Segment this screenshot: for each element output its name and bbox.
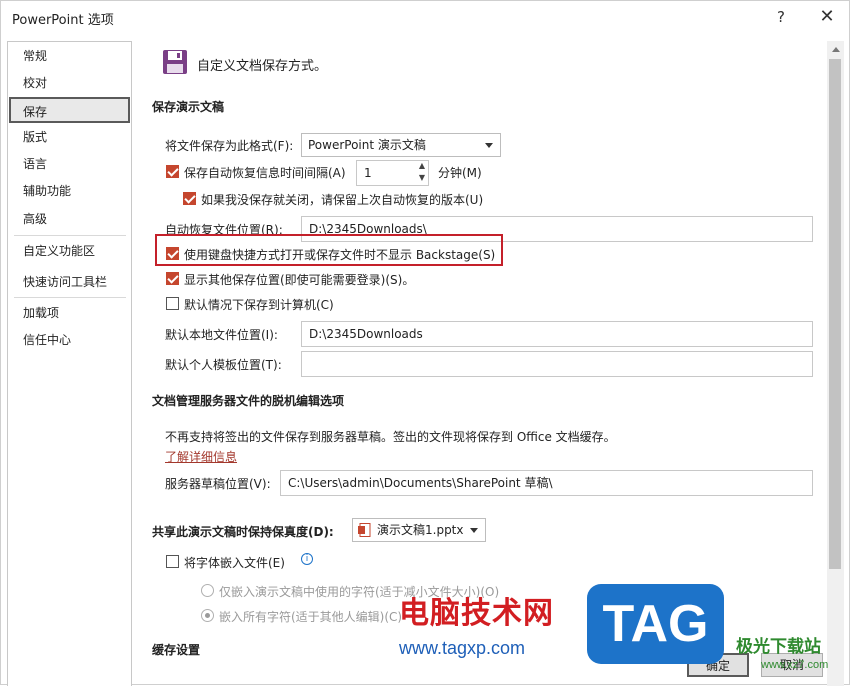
chevron-down-icon xyxy=(470,528,478,533)
sidebar-item-proofing[interactable]: 校对 xyxy=(9,70,130,96)
scroll-up-arrow-icon[interactable] xyxy=(827,44,844,56)
watermark-tag-badge: TAG xyxy=(587,584,724,664)
default-template-location-label: 默认个人模板位置(T): xyxy=(165,358,282,372)
save-to-computer-checkbox[interactable] xyxy=(166,297,179,310)
pptx-file-icon xyxy=(358,523,371,537)
embed-all-chars-radio[interactable] xyxy=(201,609,214,622)
fidelity-file-dropdown[interactable]: 演示文稿1.pptx xyxy=(352,518,486,542)
watermark-site-name: 极光下载站 xyxy=(736,637,821,657)
sidebar-item-save[interactable]: 保存 xyxy=(9,97,130,123)
section-title-fidelity: 共享此演示文稿时保持保真度(D): xyxy=(152,525,334,539)
show-more-locations-label: 显示其他保存位置(即使可能需要登录)(S)。 xyxy=(184,273,415,287)
no-backstage-label: 使用键盘快捷方式打开或保存文件时不显示 Backstage(S) xyxy=(184,248,496,262)
autorecover-label: 保存自动恢复信息时间间隔(A) xyxy=(184,166,346,180)
stepper-up-icon[interactable]: ▲ xyxy=(419,160,425,172)
sidebar-item-customize-ribbon[interactable]: 自定义功能区 xyxy=(9,238,130,264)
sidebar-item-advanced[interactable]: 高级 xyxy=(9,206,130,232)
watermark-site-url: www.xz7.com xyxy=(761,659,829,671)
chevron-down-icon xyxy=(485,143,493,148)
save-format-value: PowerPoint 演示文稿 xyxy=(308,138,426,152)
embed-fonts-label: 将字体嵌入文件(E) xyxy=(184,556,285,570)
default-local-location-label: 默认本地文件位置(I): xyxy=(165,328,278,342)
close-icon[interactable]: ✕ xyxy=(815,6,839,28)
dialog-title: PowerPoint 选项 xyxy=(12,13,114,28)
sidebar-item-layout[interactable]: 版式 xyxy=(9,124,130,150)
title-bar: PowerPoint 选项 ? ✕ xyxy=(1,1,850,33)
powerpoint-options-dialog: PowerPoint 选项 ? ✕ 常规 校对 保存 版式 语言 辅助功能 高级… xyxy=(0,0,850,686)
keep-last-version-checkbox[interactable] xyxy=(183,192,196,205)
sidebar-item-general[interactable]: 常规 xyxy=(9,43,130,69)
minutes-label: 分钟(M) xyxy=(438,166,482,180)
page-header: 自定义文档保存方式。 xyxy=(197,59,328,74)
scroll-thumb[interactable] xyxy=(829,59,841,569)
sidebar-item-addins[interactable]: 加载项 xyxy=(9,300,130,326)
save-floppy-icon xyxy=(163,50,187,74)
embed-used-chars-radio[interactable] xyxy=(201,584,214,597)
section-title-save: 保存演示文稿 xyxy=(152,100,225,114)
vertical-scrollbar[interactable] xyxy=(827,41,844,686)
autorecover-minutes-stepper[interactable]: 1 ▲ ▼ xyxy=(356,160,429,186)
autorecover-checkbox[interactable] xyxy=(166,165,179,178)
offline-description: 不再支持将签出的文件保存到服务器草稿。签出的文件现将保存到 Office 文档缓… xyxy=(165,430,616,444)
watermark-text: 电脑技术网 xyxy=(399,596,554,631)
help-button[interactable]: ? xyxy=(769,6,793,28)
sidebar-item-language[interactable]: 语言 xyxy=(9,151,130,177)
options-sidebar: 常规 校对 保存 版式 语言 辅助功能 高级 自定义功能区 快速访问工具栏 加载… xyxy=(7,41,132,686)
sidebar-item-accessibility[interactable]: 辅助功能 xyxy=(9,178,130,204)
save-format-label: 将文件保存为此格式(F): xyxy=(165,139,294,153)
save-to-computer-label: 默认情况下保存到计算机(C) xyxy=(184,298,334,312)
info-icon[interactable]: i xyxy=(301,553,313,565)
default-local-location-input[interactable]: D:\2345Downloads xyxy=(301,321,813,347)
default-template-location-input[interactable] xyxy=(301,351,813,377)
server-drafts-input[interactable]: C:\Users\admin\Documents\SharePoint 草稿\ xyxy=(280,470,813,496)
stepper-down-icon[interactable]: ▼ xyxy=(419,172,425,184)
autorecover-minutes-value: 1 xyxy=(364,166,372,180)
fidelity-file-value: 演示文稿1.pptx xyxy=(377,523,464,537)
save-format-dropdown[interactable]: PowerPoint 演示文稿 xyxy=(301,133,501,157)
keep-last-version-label: 如果我没保存就关闭，请保留上次自动恢复的版本(U) xyxy=(201,193,484,207)
embed-all-chars-label: 嵌入所有字符(适于其他人编辑)(C) xyxy=(219,610,403,624)
watermark-url: www.tagxp.com xyxy=(399,638,526,658)
no-backstage-checkbox[interactable] xyxy=(166,247,179,260)
sidebar-item-quick-access-toolbar[interactable]: 快速访问工具栏 xyxy=(9,269,130,295)
sidebar-divider xyxy=(14,235,126,236)
section-title-offline-editing: 文档管理服务器文件的脱机编辑选项 xyxy=(152,394,345,408)
embed-fonts-checkbox[interactable] xyxy=(166,555,179,568)
server-drafts-label: 服务器草稿位置(V): xyxy=(165,477,271,491)
show-more-locations-checkbox[interactable] xyxy=(166,272,179,285)
sidebar-divider xyxy=(14,297,126,298)
section-title-cache: 缓存设置 xyxy=(152,643,201,657)
sidebar-item-trust-center[interactable]: 信任中心 xyxy=(9,327,130,353)
learn-more-link[interactable]: 了解详细信息 xyxy=(165,448,237,465)
